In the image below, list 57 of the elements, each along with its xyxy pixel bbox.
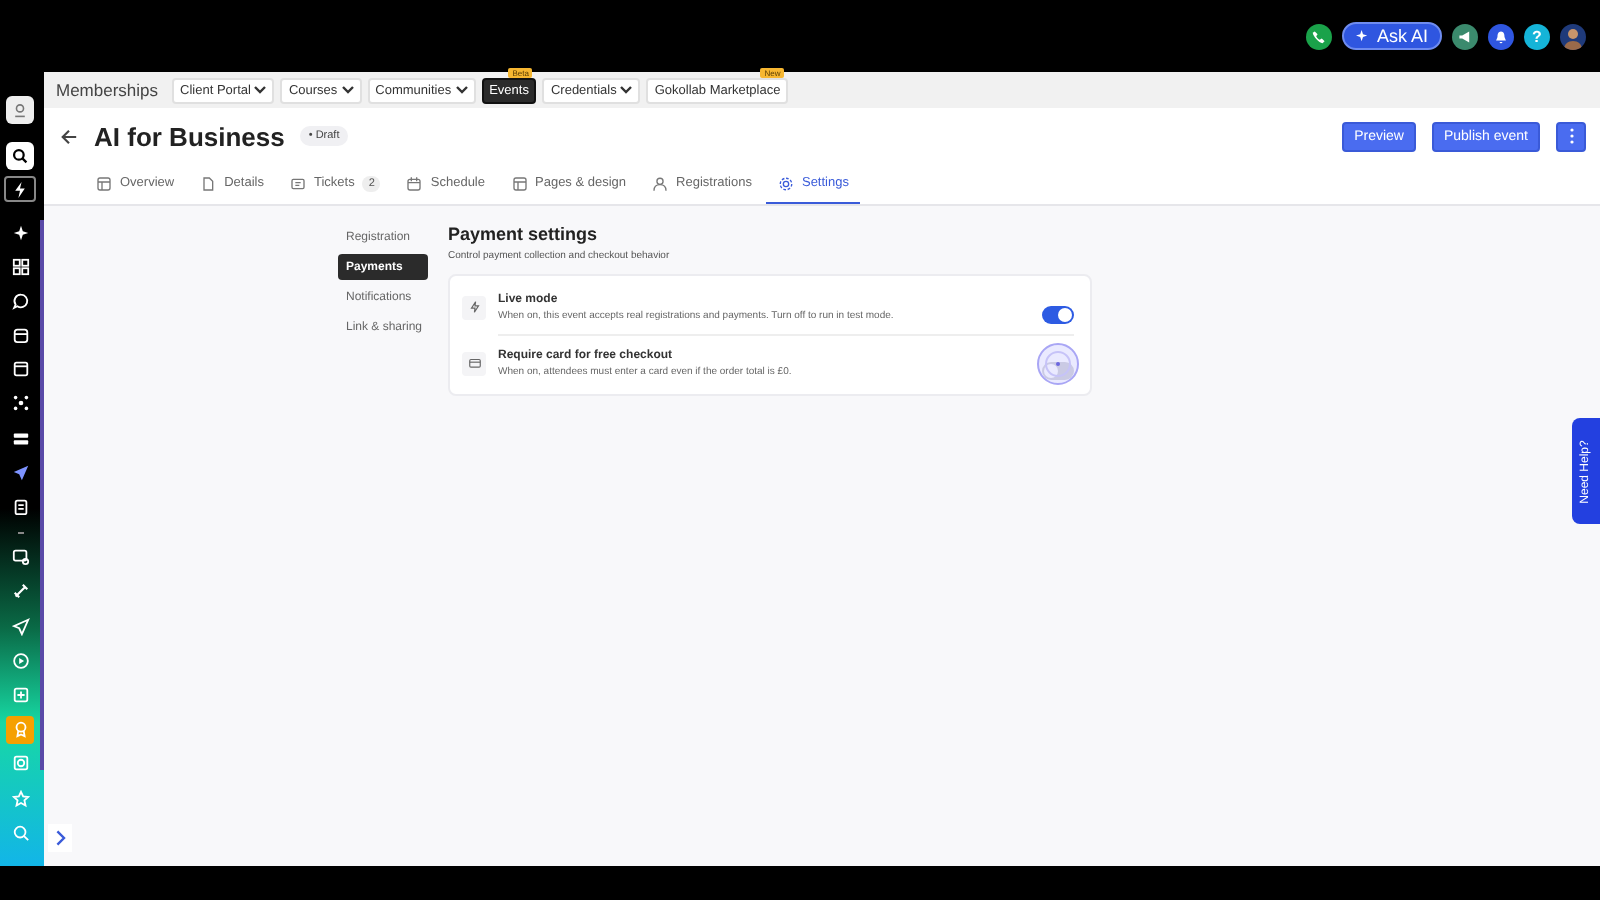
- pin-icon: [12, 102, 28, 118]
- layout-icon: [511, 175, 527, 191]
- quick-action-button[interactable]: [4, 176, 36, 202]
- sparkle-icon: [1356, 29, 1371, 43]
- grid-icon: [11, 257, 29, 276]
- send-icon: [11, 463, 29, 482]
- monitor-icon: [11, 548, 29, 567]
- chevron-right-icon: [55, 830, 65, 846]
- toggle-switch[interactable]: [1042, 306, 1074, 324]
- search-icon: [11, 823, 29, 842]
- calendar-icon: [406, 175, 423, 191]
- search-button[interactable]: [6, 142, 34, 170]
- star-icon: [11, 789, 29, 807]
- avatar-icon: [1560, 23, 1586, 49]
- ticket-icon: [289, 175, 306, 191]
- play-icon: [11, 651, 29, 670]
- notifications-button[interactable]: [1488, 23, 1514, 49]
- megaphone-icon: [1458, 29, 1472, 43]
- calendar-icon: [11, 326, 29, 345]
- export-icon: [11, 685, 29, 704]
- chevron-down-icon: [341, 86, 354, 94]
- phone-icon: [1312, 29, 1327, 43]
- settings-icon: [777, 175, 794, 191]
- award-icon: [11, 720, 29, 739]
- gallery-icon: [11, 754, 29, 773]
- location-button[interactable]: [6, 96, 34, 124]
- chevron-down-icon: [620, 86, 633, 94]
- lightning-icon: [12, 181, 28, 197]
- clipboard-icon: [11, 498, 29, 516]
- box-icon: [11, 360, 29, 379]
- list-icon: [11, 429, 29, 448]
- section-heading: Payment settings: [448, 224, 600, 244]
- chevron-down-icon: [455, 86, 468, 94]
- ask-ai-button[interactable]: Ask AI: [1342, 22, 1442, 50]
- send-nav-item[interactable]: [6, 612, 34, 641]
- event-title: AI for Business: [94, 121, 285, 151]
- announcement-button[interactable]: [1452, 23, 1478, 49]
- lightning-icon: [467, 300, 481, 314]
- expand-sidebar-button[interactable]: [48, 824, 72, 852]
- user-avatar[interactable]: [1560, 23, 1586, 49]
- chat-icon: [11, 291, 29, 310]
- send-icon: [11, 617, 29, 636]
- chevron-down-icon: [254, 86, 267, 94]
- section-title: Memberships: [56, 80, 159, 100]
- document-icon: [200, 175, 217, 191]
- search-icon: [12, 148, 28, 164]
- card-icon: [467, 356, 481, 370]
- bell-icon: [1494, 29, 1508, 43]
- sparkle-icon: [11, 223, 29, 241]
- click-indicator-icon: [1036, 341, 1080, 385]
- person-icon: [652, 175, 669, 191]
- layout-icon: [96, 175, 112, 191]
- back-arrow-icon[interactable]: [60, 127, 78, 145]
- tools-icon: [11, 582, 29, 601]
- more-button[interactable]: [1556, 121, 1586, 151]
- network-icon: [11, 394, 29, 413]
- phone-button[interactable]: [1306, 23, 1333, 49]
